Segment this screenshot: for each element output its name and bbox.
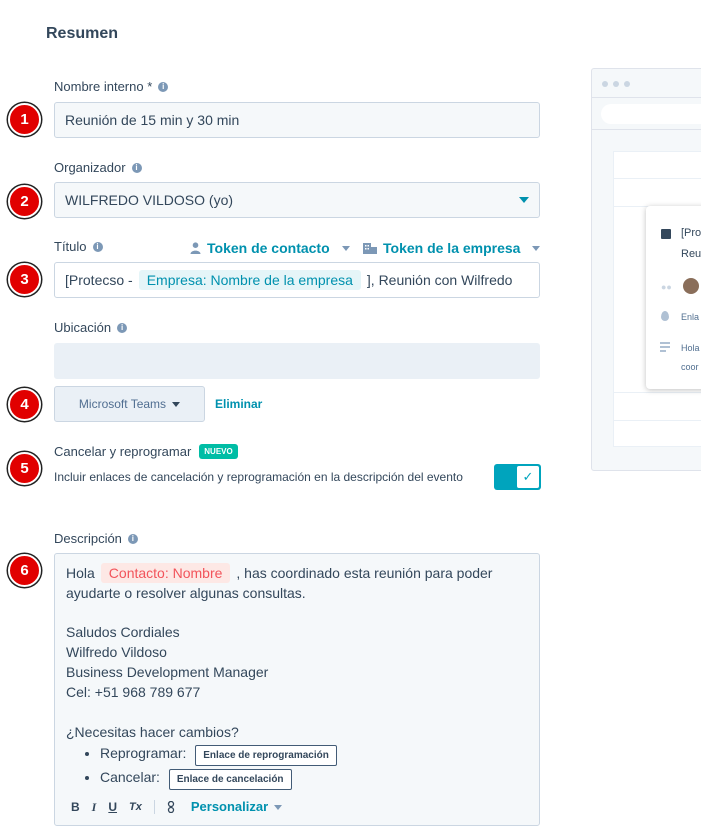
organizer-label: Organizador i bbox=[54, 160, 142, 175]
avatar bbox=[683, 278, 699, 294]
change-links-list: Reprogramar: Enlace de reprogramación Ca… bbox=[100, 742, 528, 790]
bold-button[interactable]: B bbox=[71, 797, 80, 817]
info-icon[interactable]: i bbox=[127, 533, 138, 544]
description-label-text: Descripción bbox=[54, 531, 122, 546]
signature-line: Cel: +51 968 789 677 bbox=[66, 684, 201, 700]
event-color-icon bbox=[661, 229, 671, 239]
organizer-label-text: Organizador bbox=[54, 160, 126, 175]
dot-icon bbox=[624, 81, 630, 87]
title-suffix: ], Reunión con Wilfredo bbox=[366, 272, 513, 288]
person-icon bbox=[190, 242, 201, 254]
location-input[interactable] bbox=[54, 343, 540, 379]
personalize-dropdown[interactable]: Personalizar bbox=[190, 797, 283, 817]
title-prefix: [Protecso - bbox=[65, 272, 133, 288]
description-editor[interactable]: Hola Contacto: Nombre, has coordinado est… bbox=[54, 553, 540, 826]
checkmark-icon: ✓ bbox=[516, 465, 540, 489]
calendar-gridline bbox=[614, 392, 701, 393]
step-badge-4: 4 bbox=[8, 388, 41, 421]
description-icon bbox=[660, 342, 670, 354]
signature-line: Wilfredo Vildoso bbox=[66, 644, 167, 660]
cancel-reschedule-description: Incluir enlaces de cancelación y reprogr… bbox=[54, 470, 463, 484]
question-text: ¿Necesitas hacer cambios? bbox=[66, 724, 239, 740]
greeting-text: Hola bbox=[66, 565, 95, 581]
step-badge-5: 5 bbox=[8, 452, 41, 485]
reschedule-link-token[interactable]: Enlace de reprogramación bbox=[195, 745, 337, 766]
description-label: Descripción i bbox=[54, 531, 138, 546]
calendar-gridline bbox=[614, 178, 701, 179]
step-badge-1: 1 bbox=[8, 103, 41, 136]
location-label: Ubicación i bbox=[54, 320, 128, 335]
info-icon[interactable]: i bbox=[117, 322, 128, 333]
cancel-reschedule-label: Cancelar y reprogramar NUEVO bbox=[54, 444, 238, 459]
chevron-down-icon bbox=[519, 197, 529, 203]
list-item: Reprogramar: Enlace de reprogramación bbox=[100, 742, 528, 766]
greeting-paragraph: Hola Contacto: Nombre, has coordinado est… bbox=[66, 563, 528, 603]
preview-description-text: coor bbox=[681, 362, 699, 372]
preview-location-text: Enla bbox=[681, 312, 700, 322]
internal-name-label-text: Nombre interno * bbox=[54, 79, 153, 94]
chevron-down-icon bbox=[341, 245, 350, 251]
title-label: Título i bbox=[54, 239, 103, 254]
title-label-text: Título bbox=[54, 239, 87, 254]
contact-token-label: Token de contacto bbox=[207, 240, 330, 256]
step-badge-6: 6 bbox=[8, 554, 41, 587]
contact-token-dropdown[interactable]: Token de contacto bbox=[190, 240, 350, 256]
chevron-down-icon bbox=[274, 805, 283, 811]
building-icon bbox=[363, 243, 377, 254]
remove-location-link[interactable]: Eliminar bbox=[215, 397, 262, 411]
organizer-value: WILFREDO VILDOSO (yo) bbox=[65, 192, 234, 208]
cancel-label: Cancelar: bbox=[100, 769, 160, 785]
italic-button[interactable]: I bbox=[92, 797, 97, 817]
signature-line: Saludos Cordiales bbox=[66, 624, 180, 640]
new-badge: NUEVO bbox=[199, 444, 238, 459]
preview-event-card: [Pro Reu ●● Enla Hola coor bbox=[646, 206, 701, 389]
contact-name-token[interactable]: Contacto: Nombre bbox=[100, 563, 231, 583]
info-icon[interactable]: i bbox=[131, 162, 142, 173]
calendar-gridline bbox=[614, 420, 701, 421]
info-icon[interactable]: i bbox=[158, 81, 169, 92]
location-pin-icon bbox=[661, 311, 669, 321]
preview-description-text: Hola bbox=[681, 343, 700, 353]
preview-address-bar bbox=[601, 104, 701, 124]
window-dots bbox=[602, 81, 630, 87]
list-item: Cancelar: Enlace de cancelación bbox=[100, 766, 528, 790]
company-token-dropdown[interactable]: Token de la empresa bbox=[363, 240, 541, 256]
company-name-token[interactable]: Empresa: Nombre de la empresa bbox=[138, 270, 361, 290]
dot-icon bbox=[602, 81, 608, 87]
internal-name-input[interactable]: Reunión de 15 min y 30 min bbox=[54, 102, 540, 138]
personalize-label: Personalizar bbox=[190, 799, 269, 814]
preview-title-line: Reu bbox=[681, 248, 701, 260]
step-badge-2: 2 bbox=[8, 185, 41, 218]
editor-toolbar: B I U Tx Personalizar bbox=[71, 797, 283, 817]
location-label-text: Ubicación bbox=[54, 320, 112, 335]
people-icon: ●● bbox=[661, 282, 672, 292]
preview-title-line: [Pro bbox=[681, 227, 701, 239]
organizer-select[interactable]: WILFREDO VILDOSO (yo) bbox=[54, 182, 540, 218]
internal-name-value: Reunión de 15 min y 30 min bbox=[65, 112, 240, 128]
microsoft-teams-button[interactable]: Microsoft Teams bbox=[54, 386, 205, 422]
title-input[interactable]: [Protecso - Empresa: Nombre de la empres… bbox=[54, 262, 540, 298]
chevron-down-icon bbox=[532, 245, 541, 251]
info-icon[interactable]: i bbox=[92, 241, 103, 252]
step-badge-3: 3 bbox=[8, 263, 41, 296]
clear-format-button[interactable]: Tx bbox=[129, 797, 142, 817]
preview-divider bbox=[592, 97, 701, 98]
microsoft-teams-label: Microsoft Teams bbox=[78, 397, 167, 411]
page-title: Resumen bbox=[46, 25, 119, 42]
company-token-label: Token de la empresa bbox=[383, 240, 521, 256]
internal-name-label: Nombre interno * i bbox=[54, 79, 169, 94]
cancel-reschedule-toggle[interactable]: ✓ bbox=[494, 464, 541, 490]
dot-icon bbox=[613, 81, 619, 87]
cancel-link-token[interactable]: Enlace de cancelación bbox=[168, 769, 292, 790]
cancel-reschedule-label-text: Cancelar y reprogramar bbox=[54, 444, 192, 459]
toolbar-divider bbox=[153, 800, 155, 814]
reschedule-label: Reprogramar: bbox=[100, 745, 187, 761]
chevron-down-icon bbox=[172, 401, 181, 407]
signature-line: Business Development Manager bbox=[66, 664, 269, 680]
underline-button[interactable]: U bbox=[108, 797, 117, 817]
preview-divider bbox=[592, 129, 701, 130]
link-icon[interactable] bbox=[167, 801, 175, 813]
